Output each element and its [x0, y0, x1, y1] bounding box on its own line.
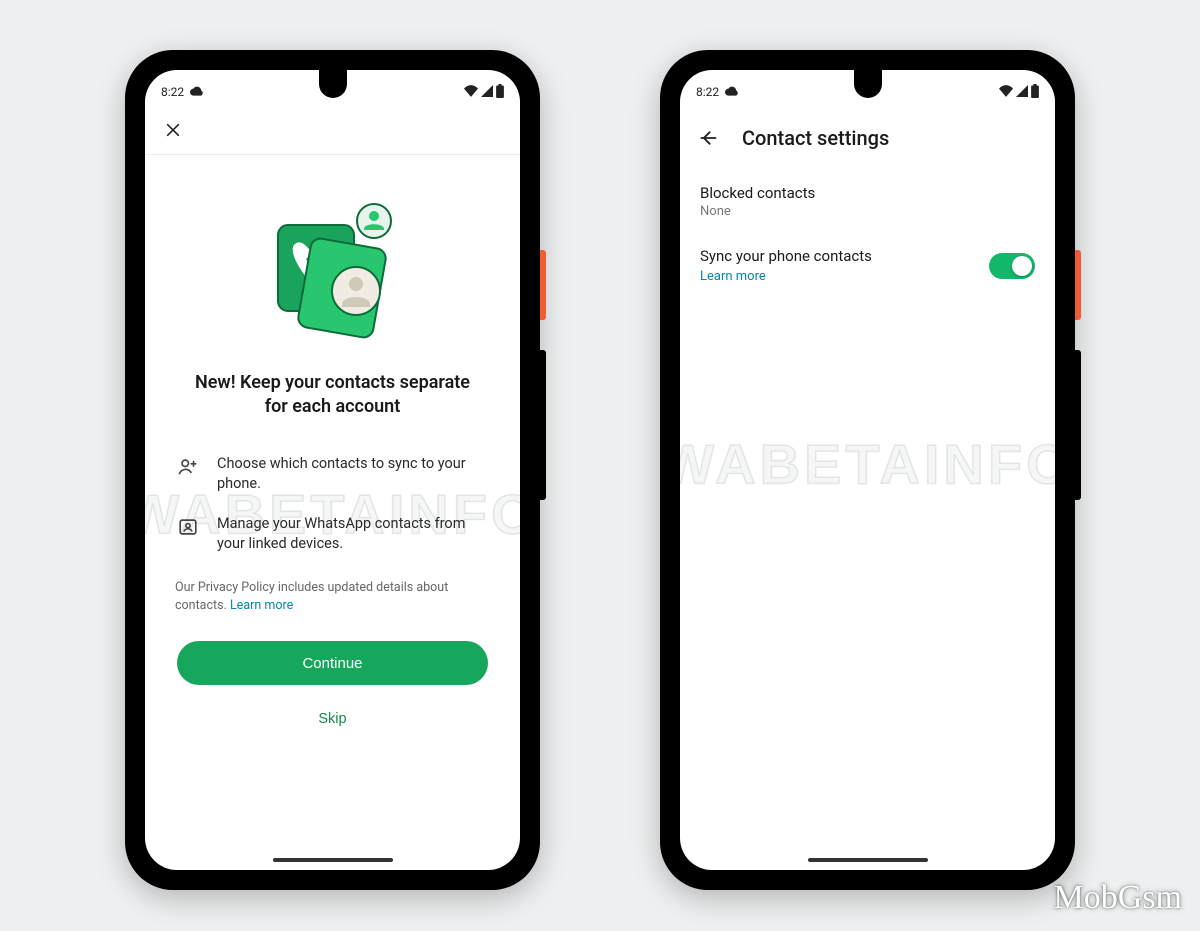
- back-icon[interactable]: [698, 128, 720, 148]
- bullet-text: Choose which contacts to sync to your ph…: [217, 454, 488, 495]
- bullet-text: Manage your WhatsApp contacts from your …: [217, 514, 488, 555]
- signal-icon: [481, 85, 493, 100]
- onboarding-content: WABETAINFO: [145, 155, 520, 846]
- signal-icon: [1016, 85, 1028, 100]
- nav-handle[interactable]: [808, 858, 928, 862]
- wifi-icon: [464, 85, 478, 100]
- nav-handle[interactable]: [273, 858, 393, 862]
- skip-button[interactable]: Skip: [177, 697, 488, 741]
- appbar: Contact settings: [680, 108, 1055, 164]
- android-navbar: [680, 846, 1055, 870]
- sync-toggle[interactable]: [989, 253, 1035, 279]
- setting-label: Sync your phone contacts: [700, 247, 872, 265]
- contact-card-icon: [177, 514, 199, 542]
- close-icon[interactable]: [161, 118, 185, 142]
- setting-sync-contacts: Sync your phone contacts Learn more: [700, 233, 1035, 298]
- onboarding-title: New! Keep your contacts separate for eac…: [171, 371, 494, 420]
- volume-button: [1075, 350, 1081, 500]
- wifi-icon: [999, 85, 1013, 100]
- battery-icon: [496, 84, 504, 101]
- power-button: [1075, 250, 1081, 320]
- power-button: [540, 250, 546, 320]
- privacy-policy-note: Our Privacy Policy includes updated deta…: [171, 565, 494, 615]
- phone-notch: [854, 70, 882, 98]
- settings-list: Blocked contacts None Sync your phone co…: [680, 164, 1055, 304]
- page-title: Contact settings: [742, 126, 889, 150]
- setting-value: None: [700, 204, 1035, 219]
- phone-notch: [319, 70, 347, 98]
- phone-mockup-right: 8:22: [660, 50, 1075, 890]
- setting-label: Blocked contacts: [700, 184, 1035, 202]
- bullet-devices: Manage your WhatsApp contacts from your …: [171, 504, 494, 565]
- continue-button[interactable]: Continue: [177, 641, 488, 685]
- policy-learn-more-link[interactable]: Learn more: [230, 598, 293, 613]
- policy-text: Our Privacy Policy includes updated deta…: [175, 580, 448, 613]
- modal-topbar: [145, 108, 520, 155]
- cloud-icon: [725, 85, 739, 99]
- battery-icon: [1031, 84, 1039, 101]
- learn-more-link[interactable]: Learn more: [700, 269, 872, 284]
- setting-blocked-contacts[interactable]: Blocked contacts None: [700, 170, 1035, 233]
- hero-illustration: [171, 175, 494, 371]
- volume-button: [540, 350, 546, 500]
- watermark-center: WABETAINFO: [680, 432, 1055, 497]
- status-time: 8:22: [696, 85, 719, 99]
- phone-mockup-left: 8:22: [125, 50, 540, 890]
- person-add-icon: [177, 454, 199, 482]
- status-time: 8:22: [161, 85, 184, 99]
- bullet-sync: Choose which contacts to sync to your ph…: [171, 444, 494, 505]
- toggle-knob: [1012, 256, 1032, 276]
- android-navbar: [145, 846, 520, 870]
- cloud-icon: [190, 85, 204, 99]
